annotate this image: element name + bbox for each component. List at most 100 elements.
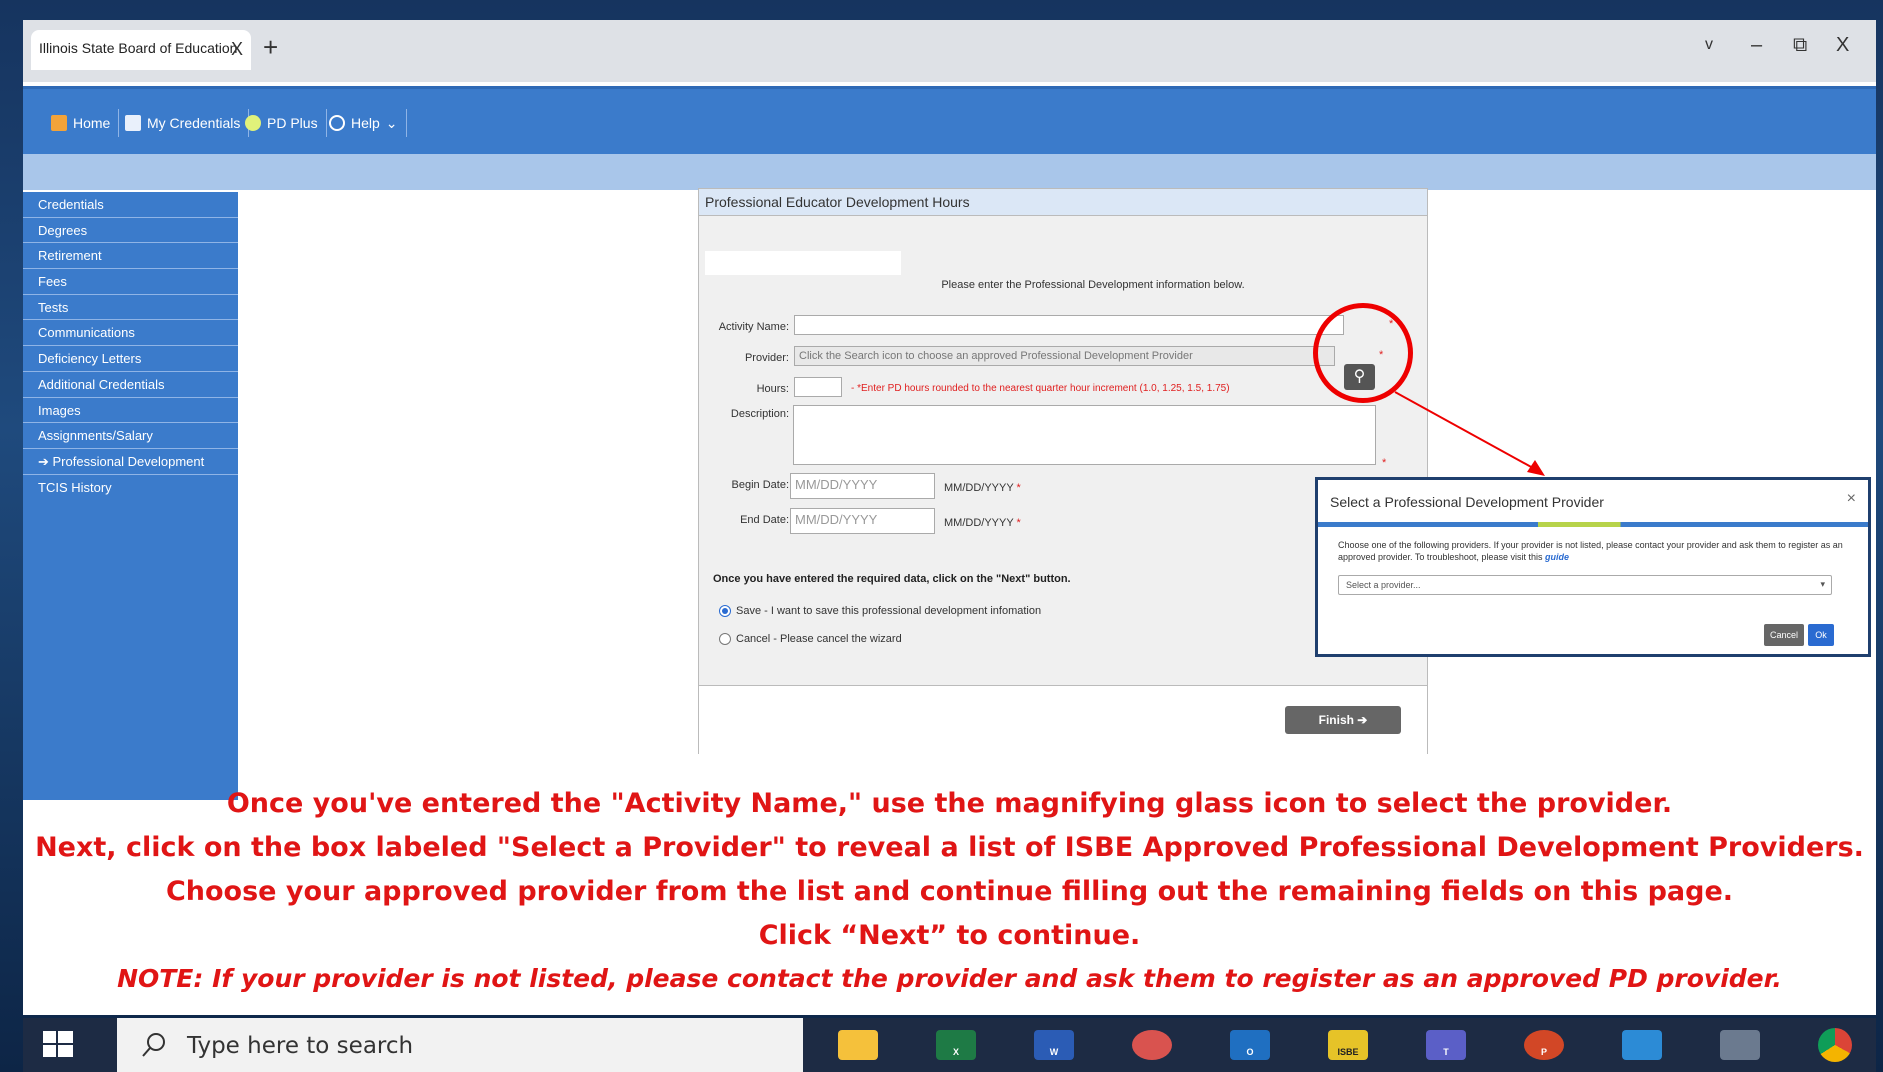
nav-home[interactable]: Home xyxy=(43,109,120,137)
windows-start-icon[interactable] xyxy=(43,1031,73,1059)
begin-date-format-text: MM/DD/YYYY xyxy=(944,482,1014,494)
description-required-mark: * xyxy=(1382,457,1387,469)
save-radio[interactable] xyxy=(719,605,731,617)
sidebar-item-fees[interactable]: Fees xyxy=(23,269,238,295)
pointer-arrow xyxy=(1394,391,1545,476)
end-date-input[interactable]: MM/DD/YYYY xyxy=(790,508,935,534)
minimize-button[interactable]: – xyxy=(1751,34,1762,57)
cancel-option-label: Cancel - Please cancel the wizard xyxy=(736,633,902,645)
select-caret-icon: ▾ xyxy=(1820,579,1825,589)
outlook-icon[interactable]: O xyxy=(1230,1030,1270,1060)
modal-cancel-button[interactable]: Cancel xyxy=(1764,624,1804,646)
provider-select-placeholder: Select a provider... xyxy=(1346,580,1421,590)
file-explorer-icon[interactable] xyxy=(838,1030,878,1060)
help-icon xyxy=(329,115,345,131)
sidebar-item-retirement[interactable]: Retirement xyxy=(23,243,238,270)
hours-label: Hours: xyxy=(756,383,789,395)
provider-label: Provider: xyxy=(744,352,789,364)
app-top-nav: Home My Credentials PD Plus Help ⌄ xyxy=(23,86,1876,154)
next-instruction: Once you have entered the required data,… xyxy=(713,573,1071,585)
cancel-option[interactable]: Cancel - Please cancel the wizard xyxy=(719,633,902,645)
pd-hours-panel: Professional Educator Development Hours … xyxy=(698,188,1428,755)
taskbar-search-box[interactable]: Type here to search xyxy=(117,1018,803,1072)
provider-field[interactable]: Click the Search icon to choose an appro… xyxy=(794,346,1335,366)
nav-help[interactable]: Help ⌄ xyxy=(321,109,407,137)
modal-close-icon[interactable]: × xyxy=(1847,490,1856,508)
word-icon[interactable]: W xyxy=(1034,1030,1074,1060)
begin-date-format: MM/DD/YYYY * xyxy=(944,482,1021,494)
browser-tab-strip: Illinois State Board of Education X + v … xyxy=(23,20,1876,82)
sidebar-item-credentials[interactable]: Credentials xyxy=(23,192,238,218)
modal-ok-button[interactable]: Ok xyxy=(1808,624,1834,646)
save-option-label: Save - I want to save this professional … xyxy=(736,605,1042,617)
nav-credentials-label: My Credentials xyxy=(147,115,241,131)
powerpoint-icon[interactable]: P xyxy=(1524,1030,1564,1060)
snipping-tool-icon[interactable] xyxy=(1132,1030,1172,1060)
sparkle-icon xyxy=(245,115,261,131)
end-date-format: MM/DD/YYYY * xyxy=(944,517,1021,529)
caption-note: NOTE: If your provider is not listed, pl… xyxy=(117,964,1782,993)
nav-my-credentials[interactable]: My Credentials xyxy=(117,109,250,137)
nav-help-label: Help xyxy=(351,115,380,131)
teams-icon[interactable]: T xyxy=(1426,1030,1466,1060)
home-icon xyxy=(51,115,67,131)
cancel-radio[interactable] xyxy=(719,633,731,645)
save-option[interactable]: Save - I want to save this professional … xyxy=(719,605,1041,617)
provider-select[interactable]: Select a provider... ▾ xyxy=(1338,575,1832,595)
calculator-icon[interactable] xyxy=(1720,1030,1760,1060)
tab-search-chevron-icon[interactable]: v xyxy=(1705,36,1713,54)
sidebar-item-professional-development[interactable]: ➔ Professional Development xyxy=(23,449,238,475)
tab-close-icon[interactable]: X xyxy=(231,39,243,60)
sidebar-item-tcis-history[interactable]: TCIS History xyxy=(23,475,238,501)
instruction-captions: Once you've entered the "Activity Name,"… xyxy=(23,782,1876,1000)
nav-pdplus-label: PD Plus xyxy=(267,115,318,131)
caption-line-1: Once you've entered the "Activity Name,"… xyxy=(226,788,1673,819)
description-textarea[interactable] xyxy=(793,405,1376,465)
modal-header: Select a Professional Development Provid… xyxy=(1318,480,1868,522)
nav-pd-plus[interactable]: PD Plus xyxy=(237,109,327,137)
sidebar-item-additional-credentials[interactable]: Additional Credentials xyxy=(23,372,238,398)
modal-description: Choose one of the following providers. I… xyxy=(1318,527,1868,563)
taskbar-search-placeholder: Type here to search xyxy=(187,1033,414,1059)
finish-button[interactable]: Finish ➔ xyxy=(1285,706,1401,734)
remote-desktop-icon[interactable] xyxy=(1622,1030,1662,1060)
activity-name-label: Activity Name: xyxy=(718,321,789,333)
excel-icon[interactable]: X xyxy=(936,1030,976,1060)
sidebar-item-communications[interactable]: Communications xyxy=(23,320,238,347)
begin-date-required-mark: * xyxy=(1016,482,1021,494)
windows-taskbar: Type here to search X W O ISBE T P xyxy=(23,1018,1876,1072)
chrome-icon[interactable] xyxy=(1818,1028,1852,1062)
browser-tab[interactable]: Illinois State Board of Education X xyxy=(31,30,251,70)
sidebar-item-images[interactable]: Images xyxy=(23,398,238,424)
hours-hint: - *Enter PD hours rounded to the nearest… xyxy=(851,383,1230,394)
end-date-format-text: MM/DD/YYYY xyxy=(944,517,1014,529)
credentials-icon xyxy=(125,115,141,131)
restore-button[interactable]: ⧉ xyxy=(1793,34,1807,57)
sidebar: Credentials Degrees Retirement Fees Test… xyxy=(23,192,238,800)
sidebar-item-tests[interactable]: Tests xyxy=(23,295,238,321)
sub-nav-bar xyxy=(23,154,1876,190)
taskbar-search-icon xyxy=(142,1033,165,1057)
begin-date-input[interactable]: MM/DD/YYYY xyxy=(790,473,935,499)
new-tab-button[interactable]: + xyxy=(263,32,278,63)
help-chevron-icon: ⌄ xyxy=(385,114,398,131)
nav-home-label: Home xyxy=(73,115,111,131)
isbe-icon[interactable]: ISBE xyxy=(1328,1030,1368,1060)
modal-text: Choose one of the following providers. I… xyxy=(1338,540,1843,562)
caption-line-4: Click “Next” to continue. xyxy=(758,920,1141,951)
tab-title: Illinois State Board of Education xyxy=(39,40,238,56)
sidebar-item-degrees[interactable]: Degrees xyxy=(23,218,238,244)
sidebar-item-deficiency-letters[interactable]: Deficiency Letters xyxy=(23,346,238,372)
begin-date-label: Begin Date: xyxy=(731,479,789,491)
highlight-circle xyxy=(1313,303,1413,403)
provider-modal: Select a Professional Development Provid… xyxy=(1315,477,1871,657)
panel-footer: Finish ➔ xyxy=(699,685,1427,755)
hours-input[interactable] xyxy=(794,377,842,397)
guide-link[interactable]: guide xyxy=(1545,552,1569,562)
close-window-button[interactable]: X xyxy=(1836,34,1849,57)
activity-name-input[interactable] xyxy=(794,315,1344,335)
modal-title: Select a Professional Development Provid… xyxy=(1330,494,1604,510)
panel-title: Professional Educator Development Hours xyxy=(699,189,1427,216)
intro-text: Please enter the Professional Developmen… xyxy=(941,279,1245,291)
sidebar-item-assignments-salary[interactable]: Assignments/Salary xyxy=(23,423,238,449)
